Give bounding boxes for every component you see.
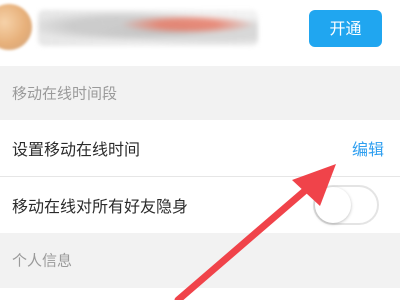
- settings-screen: 开通 移动在线时间段 设置移动在线时间 编辑 移动在线对所有好友隐身 个人信息: [0, 0, 400, 300]
- row-label: 移动在线对所有好友隐身: [12, 197, 189, 216]
- section-title: 个人信息: [12, 251, 73, 270]
- edit-link[interactable]: 编辑: [352, 136, 384, 160]
- row-hide-mobile-online: 移动在线对所有好友隐身: [0, 177, 400, 233]
- partial-next-row: [0, 288, 400, 300]
- section-title: 移动在线时间段: [12, 84, 118, 103]
- open-button[interactable]: 开通: [309, 10, 382, 47]
- hide-mobile-online-toggle[interactable]: [313, 185, 379, 225]
- blurred-profile-text: [38, 10, 258, 46]
- toggle-knob: [315, 187, 351, 223]
- row-set-mobile-online-time[interactable]: 设置移动在线时间 编辑: [0, 120, 400, 176]
- row-label: 设置移动在线时间: [12, 140, 141, 159]
- profile-vip-row: 开通: [0, 0, 400, 67]
- avatar: [0, 4, 32, 50]
- section-header-personal-info: 个人信息: [0, 233, 400, 287]
- section-header-mobile-online-period: 移动在线时间段: [0, 66, 400, 120]
